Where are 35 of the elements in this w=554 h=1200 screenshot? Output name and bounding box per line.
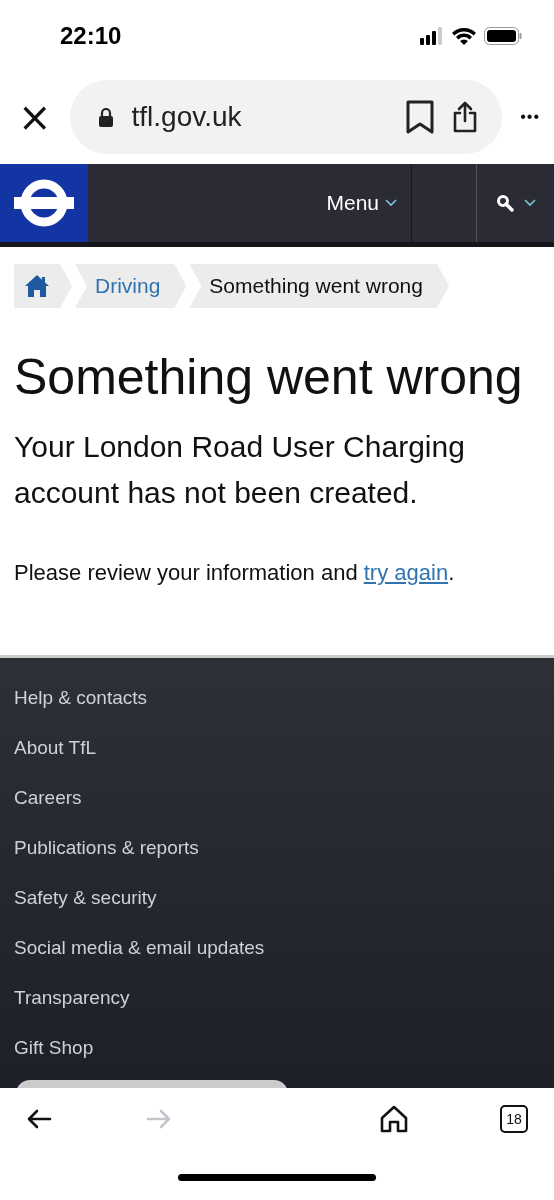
signal-icon xyxy=(420,27,444,45)
footer-link[interactable]: Safety & security xyxy=(14,886,157,910)
share-icon[interactable] xyxy=(452,101,479,133)
roundel-logo[interactable] xyxy=(13,177,75,229)
footer-link[interactable]: Help & contacts xyxy=(14,686,148,710)
footer-link[interactable]: Publications & reports xyxy=(14,836,199,860)
home-icon xyxy=(24,274,50,298)
breadcrumb-link[interactable]: Driving xyxy=(75,264,187,308)
chevron-down-icon xyxy=(523,199,536,207)
try-again-link[interactable]: try again xyxy=(363,560,449,585)
breadcrumb-current: Something went wrong xyxy=(189,264,449,308)
battery-icon xyxy=(484,27,522,45)
home-icon[interactable] xyxy=(380,1105,408,1133)
bookmark-icon[interactable] xyxy=(406,100,435,134)
lock-icon xyxy=(97,107,114,127)
clock-time: 22:10 xyxy=(60,22,122,50)
footer-link[interactable]: Gift Shop xyxy=(14,1036,94,1060)
search-icon xyxy=(495,194,514,212)
chevron-down-icon xyxy=(385,199,397,207)
url-text: tfl.gov.uk xyxy=(131,101,243,133)
footer-link[interactable]: About TfL xyxy=(14,736,97,760)
home-crumb[interactable] xyxy=(14,264,72,308)
wifi-icon xyxy=(452,27,476,45)
footer-link[interactable]: Careers xyxy=(14,786,82,810)
tabs-button[interactable]: 18 xyxy=(500,1105,528,1133)
close-button[interactable]: × xyxy=(18,97,52,137)
error-message: Your London Road User Charging account has not been created. xyxy=(14,429,466,511)
page-heading: Something went wrong xyxy=(14,348,524,406)
address-bar[interactable]: tfl.gov.uk xyxy=(69,80,503,154)
footer-link[interactable]: Transparency xyxy=(14,986,130,1010)
more-button[interactable]: ••• xyxy=(520,108,540,126)
instruction-text: Please review your information and try again. xyxy=(14,560,456,586)
footer-link[interactable]: Social media & email updates xyxy=(14,936,265,960)
menu-button[interactable]: Menu xyxy=(312,164,412,242)
back-button[interactable] xyxy=(26,1109,52,1129)
